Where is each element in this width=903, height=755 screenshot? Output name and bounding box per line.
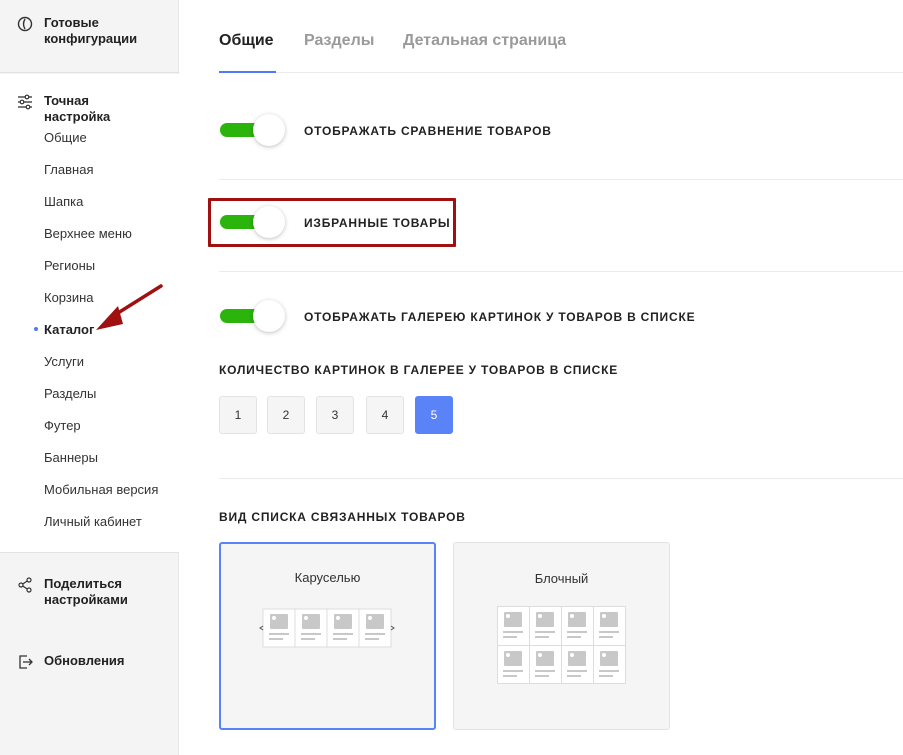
share-icon <box>16 576 34 594</box>
divider <box>219 478 903 479</box>
sidebar-item-sections[interactable]: Разделы <box>44 386 96 402</box>
sidebar-item-catalog[interactable]: Каталог <box>44 322 94 338</box>
sidebar-tuning[interactable]: Точная настройка <box>16 93 154 125</box>
updates-icon <box>16 653 34 671</box>
sidebar-item-footer[interactable]: Футер <box>44 418 81 434</box>
gallery-count-option-1[interactable]: 1 <box>219 396 257 434</box>
sidebar-share[interactable]: Поделиться настройками <box>16 576 154 608</box>
carousel-view-label: Каруселью <box>294 570 361 585</box>
sidebar-updates[interactable]: Обновления <box>16 653 154 671</box>
sidebar-item-services[interactable]: Услуги <box>44 354 84 370</box>
sidebar-item-cart[interactable]: Корзина <box>44 290 94 306</box>
sidebar-item-general[interactable]: Общие <box>44 130 87 146</box>
sidebar-item-top-menu[interactable]: Верхнее меню <box>44 226 132 242</box>
block-view-card[interactable]: Блочный <box>453 542 670 730</box>
block-preview-icon <box>497 606 626 684</box>
tab-general[interactable]: Общие <box>219 32 274 50</box>
block-view-label: Блочный <box>534 571 589 586</box>
sidebar: Готовые конфигурации Точная настройка Об… <box>0 0 179 755</box>
gallery-toggle[interactable] <box>220 300 285 332</box>
sidebar-item-regions[interactable]: Регионы <box>44 258 95 274</box>
sliders-icon <box>16 93 34 111</box>
sidebar-item-mobile[interactable]: Мобильная версия <box>44 482 158 498</box>
sidebar-configs-section: Готовые конфигурации <box>0 0 179 73</box>
toggle-knob <box>253 300 285 332</box>
sidebar-configs[interactable]: Готовые конфигурации <box>16 15 154 47</box>
sidebar-tuning-label: Точная настройка <box>44 93 111 124</box>
compare-label: ОТОБРАЖАТЬ СРАВНЕНИЕ ТОВАРОВ <box>304 124 552 138</box>
gallery-count-option-2[interactable]: 2 <box>267 396 305 434</box>
compare-toggle[interactable] <box>220 114 285 146</box>
sidebar-share-label: Поделиться настройками <box>44 576 128 607</box>
gallery-count-title: КОЛИЧЕСТВО КАРТИНОК В ГАЛЕРЕЕ У ТОВАРОВ … <box>219 363 619 377</box>
carousel-preview-icon <box>259 608 395 648</box>
highlight-box <box>208 198 456 247</box>
sidebar-configs-label: Готовые конфигурации <box>44 15 138 46</box>
sidebar-updates-label: Обновления <box>44 653 125 668</box>
sidebar-item-home[interactable]: Главная <box>44 162 93 178</box>
sidebar-item-header[interactable]: Шапка <box>44 194 83 210</box>
active-tab-underline <box>219 71 276 73</box>
gallery-count-option-5[interactable]: 5 <box>415 396 453 434</box>
toggle-knob <box>253 114 285 146</box>
sidebar-item-banners[interactable]: Баннеры <box>44 450 98 466</box>
gallery-count-option-4[interactable]: 4 <box>366 396 404 434</box>
configs-icon <box>16 15 34 33</box>
tab-sections[interactable]: Разделы <box>304 32 374 50</box>
active-indicator-dot <box>34 327 38 331</box>
related-view-title: ВИД СПИСКА СВЯЗАННЫХ ТОВАРОВ <box>219 510 466 524</box>
gallery-label: ОТОБРАЖАТЬ ГАЛЕРЕЮ КАРТИНОК У ТОВАРОВ В … <box>304 310 696 324</box>
sidebar-item-account[interactable]: Личный кабинет <box>44 514 142 530</box>
divider <box>219 271 903 272</box>
tab-detail-page[interactable]: Детальная страница <box>403 32 566 50</box>
divider <box>219 179 903 180</box>
gallery-count-option-3[interactable]: 3 <box>316 396 354 434</box>
carousel-view-card[interactable]: Каруселью <box>219 542 436 730</box>
